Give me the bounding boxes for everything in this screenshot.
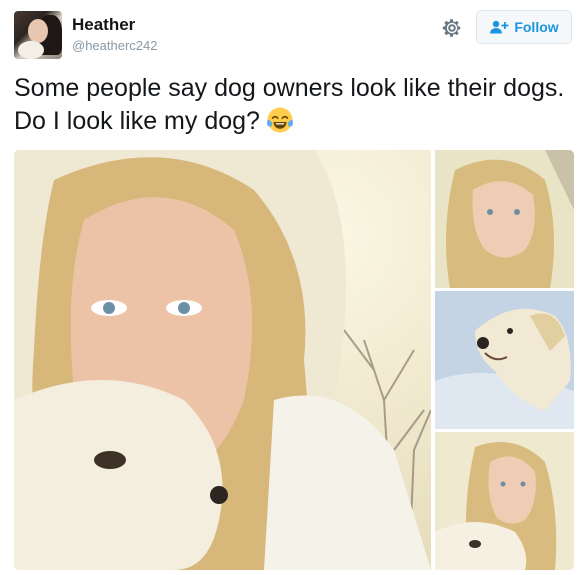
user-handle[interactable]: @heatherc242: [72, 38, 157, 53]
gear-icon[interactable]: [440, 16, 464, 40]
profile-avatar[interactable]: [14, 11, 62, 59]
photo-thumbnail-3[interactable]: [435, 432, 574, 570]
photo-thumbnail-2[interactable]: [435, 291, 574, 429]
selfie-woman-with-dog-photo: [14, 150, 431, 570]
add-user-icon: [489, 20, 509, 34]
golden-retriever-in-snow-photo: [435, 291, 574, 429]
face-with-tears-of-joy-icon: [266, 106, 294, 134]
display-name[interactable]: Heather: [72, 15, 135, 35]
photo-thumbnail-1[interactable]: [435, 150, 574, 288]
selfie-woman-photo: [435, 150, 574, 288]
tweet-card: Heather @heatherc242 Follow Some people …: [0, 0, 586, 575]
selfie-woman-with-dog-photo: [435, 432, 574, 570]
follow-button[interactable]: Follow: [476, 10, 572, 44]
photo-main[interactable]: [14, 150, 431, 570]
avatar-dog-shape: [18, 41, 44, 59]
tweet-media-grid: [14, 150, 574, 570]
tweet-text: Some people say dog owners look like the…: [14, 72, 574, 138]
follow-button-label: Follow: [514, 19, 559, 35]
avatar-face-shape: [28, 19, 48, 43]
